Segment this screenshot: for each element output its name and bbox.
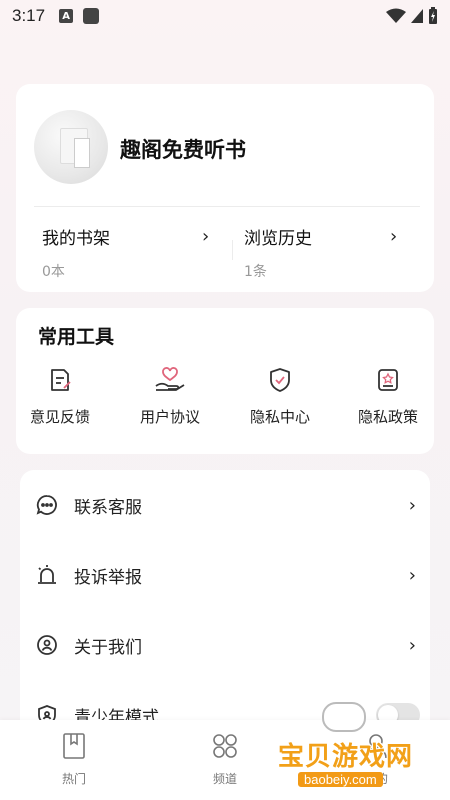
user-nickname[interactable]: 趣阁免费听书 [120, 134, 246, 164]
nav-label: 热门 [61, 772, 86, 786]
gamepad-icon [322, 702, 366, 732]
bookshelf-count: 0本 [42, 264, 65, 280]
tools-card: 常用工具 意见反馈 用户协议 隐私中心 隐私政策 [16, 308, 434, 454]
history-count: 1条 [244, 264, 267, 280]
tool-privacy-policy[interactable]: 隐私政策 [338, 366, 438, 427]
tool-label: 用户协议 [139, 408, 200, 426]
chevron-right-icon: › [408, 634, 416, 656]
hand-heart-icon [155, 367, 185, 391]
menu-item-contact-service[interactable]: 联系客服 › [20, 470, 430, 540]
chevron-right-icon: › [408, 564, 416, 586]
about-icon [37, 635, 57, 655]
menu-item-report[interactable]: 投诉举报 › [20, 540, 430, 610]
divider-vertical [232, 240, 233, 260]
menu-label: 投诉举报 [74, 567, 142, 588]
tool-user-agreement[interactable]: 用户协议 [120, 366, 220, 427]
nav-item-channel[interactable]: 频道 [185, 732, 265, 787]
badge-icon [378, 369, 398, 391]
wifi-icon [386, 8, 406, 23]
bookshelf-label: 我的书架 [42, 229, 110, 249]
menu-label: 关于我们 [74, 637, 142, 658]
feedback-icon [51, 369, 71, 391]
tools-title: 常用工具 [38, 326, 115, 348]
watermark-text: 宝贝游戏网 [278, 742, 414, 772]
divider [34, 206, 420, 207]
chevron-right-icon: › [202, 226, 210, 247]
tool-label: 意见反馈 [29, 408, 90, 426]
bookshelf-entry[interactable]: 我的书架 0本 › [42, 224, 222, 281]
chat-icon [36, 495, 57, 515]
tool-label: 隐私中心 [249, 408, 310, 426]
profile-card: 趣阁免费听书 我的书架 0本 › 浏览历史 1条 › [16, 84, 434, 292]
nav-label: 频道 [212, 772, 237, 786]
alarm-icon [38, 565, 56, 584]
tool-privacy-center[interactable]: 隐私中心 [230, 366, 330, 427]
avatar-doc-shape-2 [74, 138, 90, 168]
notification-square-icon [83, 8, 100, 24]
tool-feedback[interactable]: 意见反馈 [10, 366, 110, 427]
signal-icon [411, 9, 423, 23]
menu-item-about[interactable]: 关于我们 › [20, 610, 430, 680]
battery-icon [429, 7, 437, 24]
watermark-url: baobeiy.com [298, 772, 383, 787]
nav-item-hot[interactable]: 热门 [34, 732, 114, 787]
menu-label: 联系客服 [74, 497, 142, 518]
notification-a-icon: A [59, 9, 74, 23]
history-entry[interactable]: 浏览历史 1条 › [244, 224, 424, 281]
book-icon [63, 733, 85, 759]
grid-icon [213, 734, 237, 758]
status-time: 3:17 [12, 6, 46, 25]
chevron-right-icon: › [390, 226, 398, 247]
chevron-right-icon: › [408, 494, 416, 516]
avatar[interactable] [34, 110, 108, 184]
status-bar: 3:17 A [0, 0, 450, 32]
tool-label: 隐私政策 [357, 408, 418, 426]
watermark: 宝贝游戏网 baobeiy.com [270, 700, 450, 800]
shield-check-icon [270, 368, 290, 392]
